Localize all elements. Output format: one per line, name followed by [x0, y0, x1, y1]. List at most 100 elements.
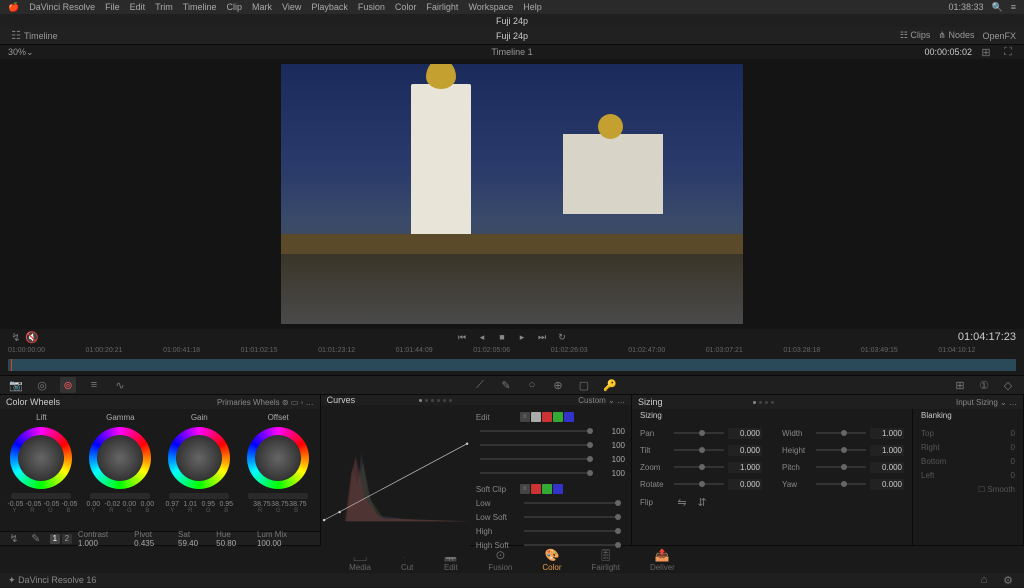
curves-graph[interactable]	[321, 405, 470, 557]
curves-dots[interactable]	[419, 399, 452, 402]
key-icon[interactable]: 🔑	[602, 377, 618, 393]
mini-timeline[interactable]: 01:00:00:0001:00:20:2101:00:41:18 01:01:…	[0, 345, 1024, 375]
value[interactable]: 1.000	[870, 428, 904, 439]
menu-mark[interactable]: Mark	[252, 2, 272, 12]
gallery-icon[interactable]: ☷	[8, 28, 24, 44]
timeline-track[interactable]	[8, 359, 1016, 371]
picker-icon[interactable]: ✎	[28, 531, 44, 547]
menu-fusion[interactable]: Fusion	[358, 2, 385, 12]
chevron-down-icon[interactable]: ⌄	[26, 47, 34, 58]
spline-g-slider[interactable]	[480, 458, 593, 460]
menu-edit[interactable]: Edit	[130, 2, 146, 12]
highsoft-slider[interactable]	[524, 544, 621, 546]
menu-fairlight[interactable]: Fairlight	[426, 2, 458, 12]
sizing-mode[interactable]: Input Sizing ⌄ …	[956, 398, 1017, 407]
color-wheel[interactable]	[10, 427, 72, 489]
master-wheel[interactable]	[11, 493, 71, 499]
openfx-toggle[interactable]: OpenFX	[982, 31, 1016, 41]
nodes-toggle[interactable]: ⋔ Nodes	[938, 30, 974, 41]
curves-icon[interactable]: ⟋	[472, 377, 488, 393]
blur-icon[interactable]: ▢	[576, 377, 592, 393]
wheel-pages[interactable]: 12	[50, 534, 72, 544]
curves-mode[interactable]: Custom ⌄ …	[578, 396, 625, 405]
3d-icon[interactable]: ①	[976, 377, 992, 393]
loop-button[interactable]: ↻	[556, 331, 568, 343]
value[interactable]: 0.000	[728, 445, 762, 456]
color-wheels-icon[interactable]: ⊚	[60, 377, 76, 393]
menu-trim[interactable]: Trim	[155, 2, 173, 12]
timeline-label[interactable]: Timeline	[24, 31, 58, 41]
page-fusion[interactable]: ⊙Fusion	[488, 548, 512, 572]
camera-raw-icon[interactable]: 📷	[8, 377, 24, 393]
slider[interactable]	[674, 483, 724, 485]
tracking-icon[interactable]: ⊕	[550, 377, 566, 393]
viewer-timecode[interactable]: 00:00:05:02	[924, 47, 972, 57]
slider[interactable]	[816, 483, 866, 485]
value[interactable]: 0.000	[870, 479, 904, 490]
flip-h-icon[interactable]: ⇋	[674, 494, 690, 510]
value[interactable]: 1.000	[728, 462, 762, 473]
motion-effects-icon[interactable]: ∿	[112, 377, 128, 393]
menu-playback[interactable]: Playback	[311, 2, 348, 12]
menu-file[interactable]: File	[105, 2, 120, 12]
app-name[interactable]: DaVinci Resolve	[29, 2, 95, 12]
color-wheel[interactable]	[168, 427, 230, 489]
slider[interactable]	[816, 466, 866, 468]
low-slider[interactable]	[524, 502, 621, 504]
clips-toggle[interactable]: ☷ Clips	[900, 30, 931, 41]
sizing-icon[interactable]: ⊞	[952, 377, 968, 393]
spline-y-slider[interactable]	[480, 430, 593, 432]
spotlight-icon[interactable]: 🔍	[992, 2, 1003, 13]
menu-workspace[interactable]: Workspace	[468, 2, 513, 12]
prev-frame-button[interactable]: ◂	[476, 331, 488, 343]
rgb-mixer-icon[interactable]: ≡	[86, 377, 102, 393]
stop-button[interactable]: ■	[496, 331, 508, 343]
slider[interactable]	[674, 432, 724, 434]
wheels-mode[interactable]: Primaries Wheels ⊚ ▭ ◦ …	[217, 398, 314, 407]
first-frame-button[interactable]: ⏮	[456, 331, 468, 343]
value[interactable]: 0.000	[870, 462, 904, 473]
color-match-icon[interactable]: ◎	[34, 377, 50, 393]
value[interactable]: 0.000	[728, 479, 762, 490]
auto-balance-icon[interactable]: ↯	[6, 531, 22, 547]
qualifier-icon[interactable]: ✎	[498, 377, 514, 393]
slider[interactable]	[816, 432, 866, 434]
flip-v-icon[interactable]: ⇵	[694, 494, 710, 510]
color-wheel[interactable]	[247, 427, 309, 489]
softclip-chips[interactable]: ⬨	[520, 484, 563, 494]
sizing-dots[interactable]	[753, 401, 774, 404]
master-wheel[interactable]	[248, 493, 308, 499]
viewer[interactable]	[0, 59, 1024, 329]
viewer-option-icon[interactable]: ⊞	[978, 44, 994, 60]
page-color[interactable]: 🎨Color	[542, 548, 561, 572]
slider[interactable]	[674, 466, 724, 468]
color-wheel[interactable]	[89, 427, 151, 489]
apple-icon[interactable]: 🍎	[8, 2, 19, 13]
play-button[interactable]: ▸	[516, 331, 528, 343]
menu-timeline[interactable]: Timeline	[183, 2, 217, 12]
lowsoft-slider[interactable]	[524, 516, 621, 518]
mute-icon[interactable]: 🔇	[24, 329, 40, 345]
slider[interactable]	[674, 449, 724, 451]
page-deliver[interactable]: 📤Deliver	[650, 548, 675, 572]
high-slider[interactable]	[524, 530, 621, 532]
keyframe-icon[interactable]: ◇	[1000, 377, 1016, 393]
page-fairlight[interactable]: 🎚Fairlight	[591, 548, 619, 572]
playhead[interactable]	[11, 359, 12, 371]
viewer-expand-icon[interactable]: ⛶	[1000, 44, 1016, 60]
menu-help[interactable]: Help	[523, 2, 542, 12]
settings-icon[interactable]: ⚙	[1000, 572, 1016, 588]
edit-channel-chips[interactable]: ⬨	[520, 412, 574, 422]
value[interactable]: 1.000	[870, 445, 904, 456]
value[interactable]: 0.000	[728, 428, 762, 439]
menu-clip[interactable]: Clip	[226, 2, 242, 12]
bypass-icon[interactable]: ↯	[8, 329, 24, 345]
master-wheel[interactable]	[90, 493, 150, 499]
home-icon[interactable]: ⌂	[976, 572, 992, 588]
resolve-logo-icon[interactable]: ✦	[8, 575, 16, 586]
menu-color[interactable]: Color	[395, 2, 417, 12]
menu-view[interactable]: View	[282, 2, 301, 12]
timeline-name[interactable]: Timeline 1	[491, 47, 532, 57]
spline-r-slider[interactable]	[480, 444, 593, 446]
slider[interactable]	[816, 449, 866, 451]
